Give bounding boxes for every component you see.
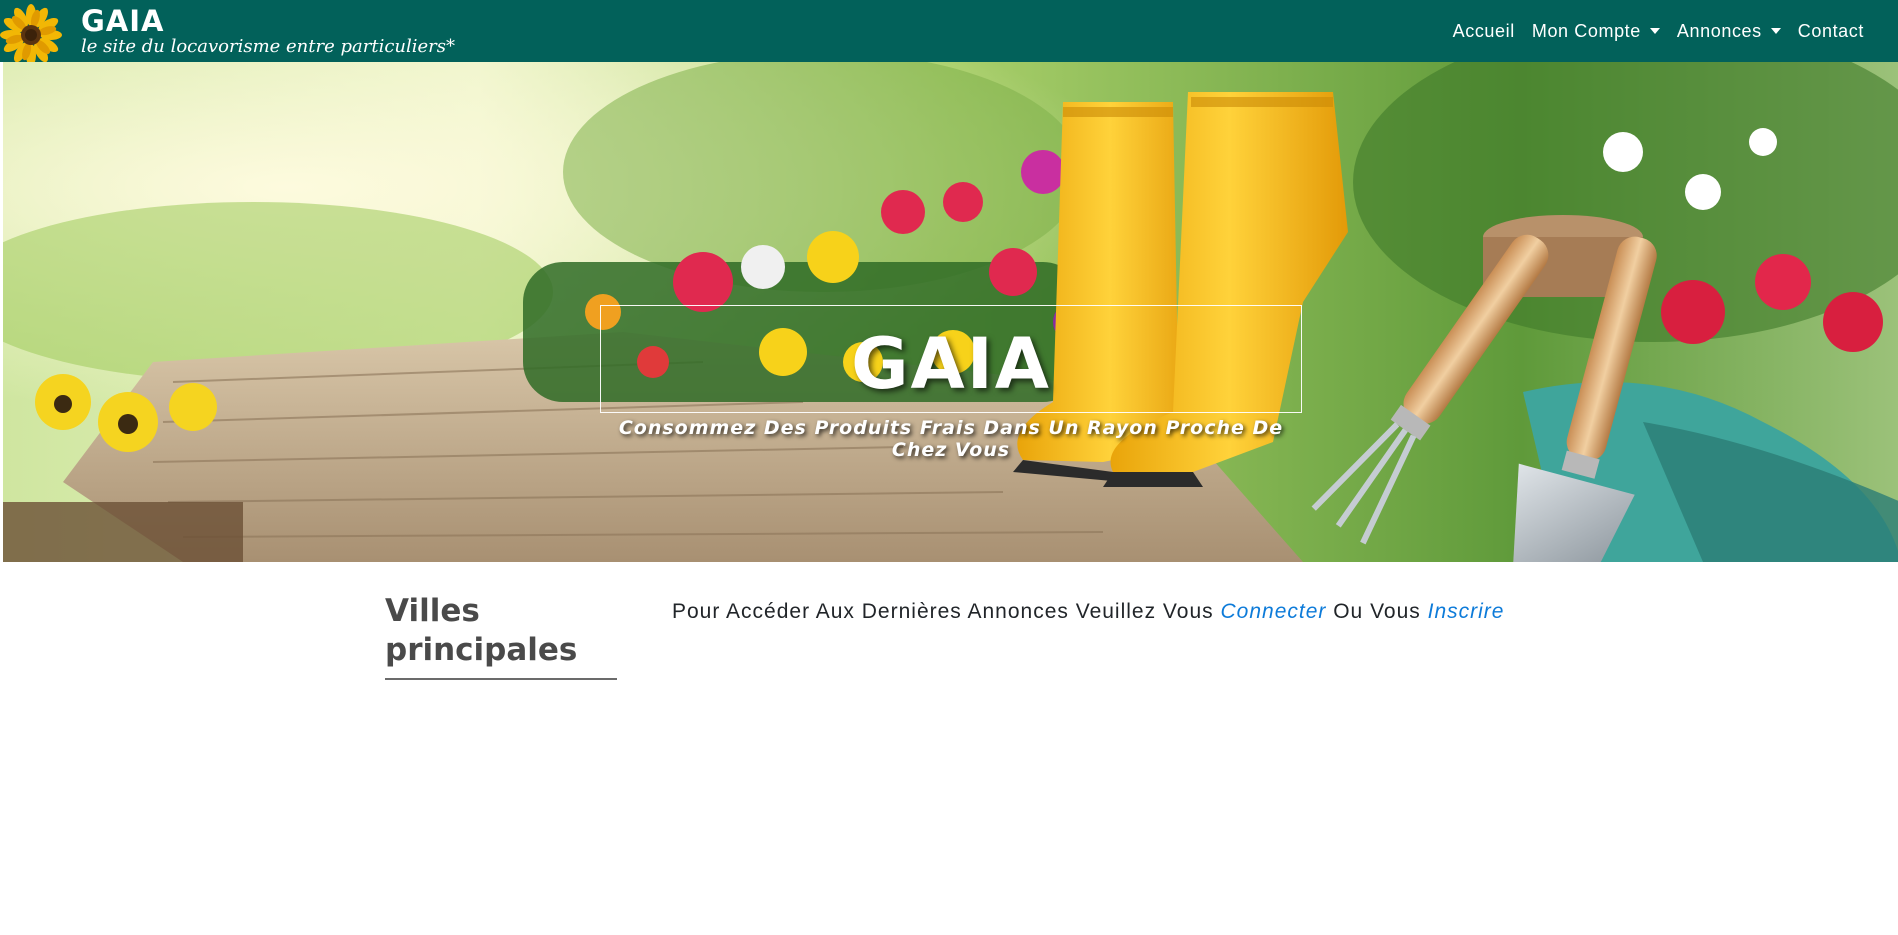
hero-title: GAIA [851,323,1051,405]
hero-banner: GAIA Consommez Des Produits Frais Dans U… [0,62,1898,562]
nav-mon-compte-dropdown[interactable]: Mon Compte [1532,21,1660,42]
cities-heading: Villes principales [385,592,617,680]
nav-contact-label: Contact [1797,20,1864,41]
brand[interactable]: GAIA le site du locavorisme entre partic… [81,4,455,58]
login-notice: Pour Accéder Aux Dernières Annonces Veui… [672,600,1504,624]
brand-title[interactable]: GAIA [81,4,455,38]
brand-subtitle: le site du locavorisme entre particulier… [81,36,456,57]
top-navbar: GAIA le site du locavorisme entre partic… [0,0,1898,66]
nav-annonces-dropdown[interactable]: Annonces [1677,21,1781,42]
hero-subtitle: Consommez Des Produits Frais Dans Un Ray… [618,417,1284,461]
register-link[interactable]: Inscrire [1428,600,1505,623]
nav-accueil-label: Accueil [1452,20,1515,41]
notice-prefix: Pour Accéder Aux Dernières Annonces Veui… [672,600,1214,623]
sunflower-icon[interactable] [0,4,66,66]
caret-down-icon [1649,28,1660,34]
nav-annonces-label: Annonces [1676,20,1762,41]
notice-middle: Ou Vous [1333,600,1421,623]
caret-down-icon [1770,28,1781,34]
nav-mon-compte-label: Mon Compte [1531,20,1641,41]
nav-links: Accueil Mon Compte Annonces Contact [1453,0,1864,62]
connect-link[interactable]: Connecter [1220,600,1326,623]
nav-contact[interactable]: Contact [1798,21,1864,42]
nav-accueil[interactable]: Accueil [1453,21,1515,42]
